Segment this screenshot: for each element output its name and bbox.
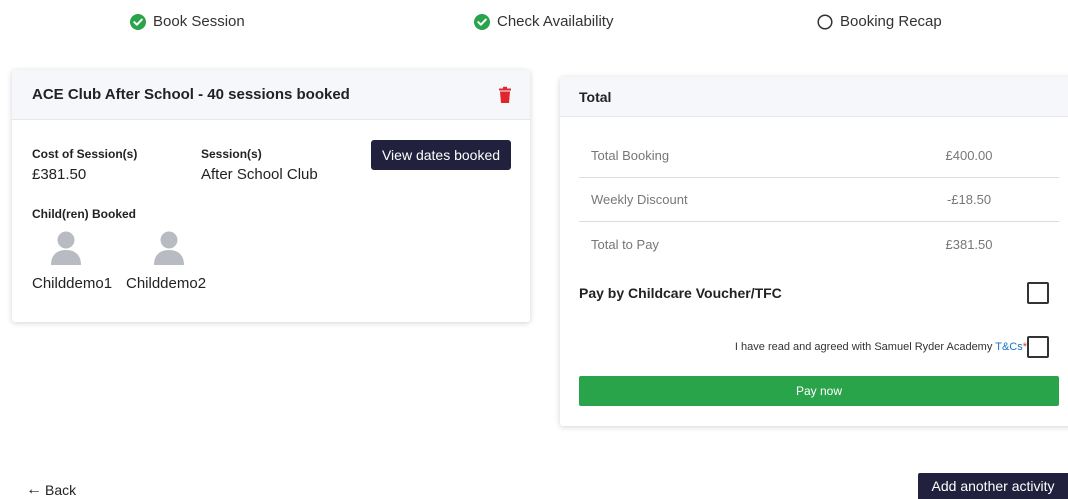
session-label: Session(s) <box>201 147 262 161</box>
booking-card-header: ACE Club After School - 40 sessions book… <box>12 70 530 120</box>
cost-label: Cost of Session(s) <box>32 147 138 161</box>
total-row: Weekly Discount -£18.50 <box>579 178 1059 222</box>
avatar-icon <box>51 231 81 265</box>
step-booking-recap: Booking Recap <box>817 13 942 30</box>
trash-icon[interactable] <box>498 86 512 104</box>
booking-card: ACE Club After School - 40 sessions book… <box>12 70 530 322</box>
row-value: £400.00 <box>945 148 993 163</box>
step-label: Booking Recap <box>840 13 942 30</box>
step-check-availability: Check Availability <box>474 13 613 30</box>
terms-text: I have read and agreed with Samuel Ryder… <box>735 341 1027 353</box>
arrow-left-icon: ← <box>26 481 42 498</box>
cost-value: £381.50 <box>32 166 87 183</box>
terms-link[interactable]: T&Cs <box>995 341 1023 353</box>
total-card-header: Total <box>560 77 1068 117</box>
children-label: Child(ren) Booked <box>32 207 136 221</box>
step-book-session: Book Session <box>130 13 245 30</box>
voucher-checkbox[interactable] <box>1027 282 1049 304</box>
row-label: Total Booking <box>591 148 670 163</box>
total-title: Total <box>579 88 612 105</box>
terms-label: I have read and agreed with Samuel Ryder… <box>734 341 993 353</box>
total-card: Total Total Booking £400.00 Weekly Disco… <box>560 77 1068 426</box>
child-name: Childdemo1 <box>32 275 113 292</box>
session-value: After School Club <box>201 166 318 183</box>
voucher-label: Pay by Childcare Voucher/TFC <box>579 285 782 301</box>
view-dates-button[interactable]: View dates booked <box>371 140 511 170</box>
child-name: Childdemo2 <box>126 275 207 292</box>
terms-checkbox[interactable] <box>1027 336 1049 358</box>
back-link[interactable]: ← Back <box>26 481 76 499</box>
step-label: Book Session <box>153 13 245 30</box>
circle-outline-icon <box>817 13 833 30</box>
pay-now-button[interactable]: Pay now <box>579 376 1059 406</box>
total-row: Total to Pay £381.50 <box>579 222 1059 266</box>
row-value: £381.50 <box>945 236 993 252</box>
row-value: -£18.50 <box>946 192 992 207</box>
row-label: Total to Pay <box>591 236 659 252</box>
total-row: Total Booking £400.00 <box>579 134 1059 178</box>
check-circle-icon <box>130 13 146 30</box>
booking-title: ACE Club After School - 40 sessions book… <box>32 86 350 103</box>
row-label: Weekly Discount <box>591 192 688 207</box>
back-label: Back <box>45 482 77 498</box>
add-activity-button[interactable]: Add another activity <box>918 473 1068 499</box>
step-label: Check Availability <box>497 13 614 30</box>
avatar-icon <box>154 231 184 265</box>
check-circle-icon <box>474 13 490 30</box>
